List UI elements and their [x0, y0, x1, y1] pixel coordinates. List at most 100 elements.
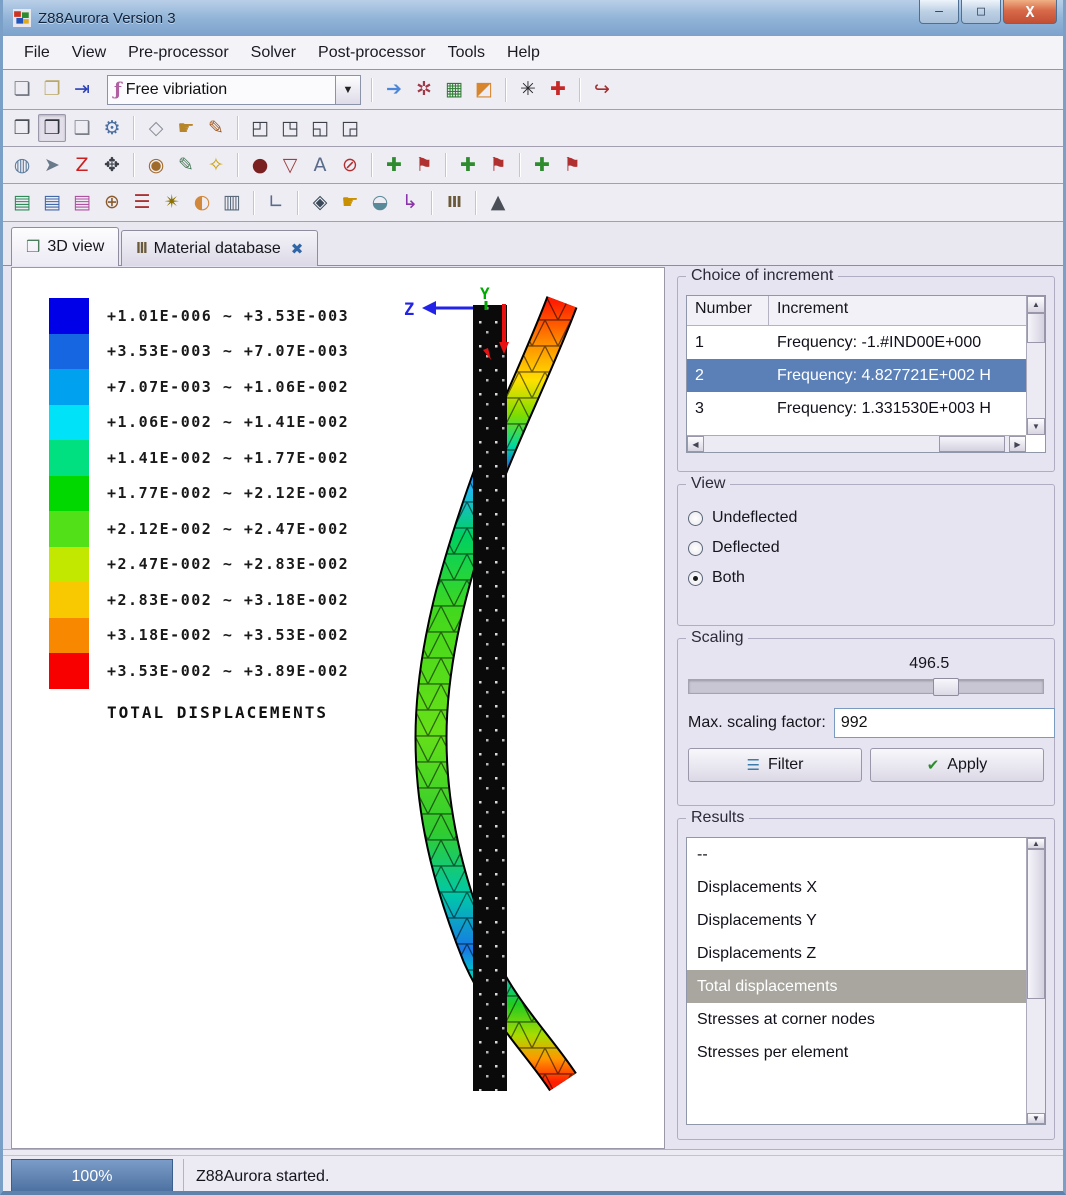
palette-button[interactable]: ◉ [142, 151, 170, 179]
colormap-file-button[interactable]: ▥ [218, 189, 246, 217]
material-database-button[interactable]: III [440, 189, 468, 217]
result-item[interactable]: -- [687, 838, 1026, 871]
mesh-button[interactable]: ✴ [158, 189, 186, 217]
radio-icon[interactable] [688, 511, 703, 526]
exit-button[interactable]: ↪ [588, 76, 616, 104]
close-button[interactable]: X [1003, 0, 1057, 24]
zoom-z-button[interactable]: Z [68, 151, 96, 179]
filter-button[interactable]: ☰ Filter [688, 748, 862, 782]
increment-vertical-scrollbar[interactable]: ▲ ▼ [1026, 296, 1045, 435]
scroll-up-icon[interactable]: ▲ [1027, 838, 1045, 849]
tent-button[interactable]: ▲ [484, 189, 512, 217]
menu-item-view[interactable]: View [61, 39, 117, 67]
solver-options-button[interactable]: ✲ [410, 76, 438, 104]
measure-gauge-button[interactable]: ⚙ [98, 114, 126, 142]
view-solid-cube-button[interactable]: ❒ [8, 114, 36, 142]
clamp-tool-button[interactable]: ⊕ [98, 189, 126, 217]
results-scrollbar[interactable]: ▲ ▼ [1026, 838, 1045, 1124]
pan-move-button[interactable]: ✥ [98, 151, 126, 179]
import-stl-button[interactable]: ▤ [38, 189, 66, 217]
view-option-undeflected[interactable]: Undeflected [688, 509, 1044, 527]
increment-row[interactable]: 3Frequency: 1.331530E+003 H [687, 392, 1026, 425]
forbidden-button[interactable]: ⊘ [336, 151, 364, 179]
flag-set-button[interactable]: ⚑ [410, 151, 438, 179]
view-corner-ne-button[interactable]: ◳ [276, 114, 304, 142]
menu-item-help[interactable]: Help [496, 39, 551, 67]
orbit-hand-button[interactable]: ☛ [172, 114, 200, 142]
dark-solid-button[interactable]: ● [246, 151, 274, 179]
column-header-increment[interactable]: Increment [769, 296, 1045, 325]
result-item[interactable]: Stresses at corner nodes [687, 1003, 1026, 1036]
view-option-deflected[interactable]: Deflected [688, 539, 1044, 557]
new-file-button[interactable]: ❏ [8, 76, 36, 104]
spider-solver-button[interactable]: ✳ [514, 76, 542, 104]
scroll-up-icon[interactable]: ▲ [1027, 296, 1045, 313]
menu-item-post-processor[interactable]: Post-processor [307, 39, 437, 67]
analysis-type-field[interactable]: ƒ Free vibriation [107, 75, 335, 105]
paintbrush-button[interactable]: ✎ [202, 114, 230, 142]
apply-button[interactable]: ✔ Apply [870, 748, 1044, 782]
label-a-button[interactable]: A [306, 151, 334, 179]
slider-thumb[interactable] [933, 678, 959, 696]
result-item[interactable]: Displacements X [687, 871, 1026, 904]
calculator-button[interactable]: ▦ [440, 76, 468, 104]
menu-item-solver[interactable]: Solver [240, 39, 307, 67]
minimize-button[interactable]: – [919, 0, 959, 24]
add-element-button[interactable]: ✚ [528, 151, 556, 179]
scrollbar-thumb[interactable] [1027, 849, 1045, 999]
lightbulb-button[interactable]: ✧ [202, 151, 230, 179]
increment-table[interactable]: Number Increment 1Frequency: -1.#IND00E+… [686, 295, 1046, 453]
cube-light-button[interactable]: ◇ [142, 114, 170, 142]
view-corner-sw-button[interactable]: ◱ [306, 114, 334, 142]
add-set-button[interactable]: ✚ [380, 151, 408, 179]
run-solver-button[interactable]: ➔ [380, 76, 408, 104]
maximize-button[interactable]: □ [961, 0, 1001, 24]
abacus-button[interactable]: ☰ [128, 189, 156, 217]
view-shaded-cube-button[interactable]: ❒ [38, 114, 66, 142]
radio-icon[interactable] [688, 541, 703, 556]
scaling-slider[interactable] [688, 679, 1044, 694]
increment-row[interactable]: 2Frequency: 4.827721E+002 H [687, 359, 1026, 392]
menu-item-tools[interactable]: Tools [437, 39, 496, 67]
flag-node-button[interactable]: ⚑ [484, 151, 512, 179]
view-corner-se-button[interactable]: ◲ [336, 114, 364, 142]
max-scaling-input[interactable] [834, 708, 1055, 738]
import-button[interactable]: ⇥ [68, 76, 96, 104]
add-node-button[interactable]: ✚ [454, 151, 482, 179]
view-option-both[interactable]: Both [688, 569, 1044, 587]
edit-page-button[interactable]: ✎ [172, 151, 200, 179]
3d-viewport[interactable]: Z Y +1.01E-006 ~ +3.53E-003+3.53E-003 ~ … [11, 267, 665, 1149]
scroll-left-icon[interactable]: ◀ [687, 436, 704, 452]
flag-element-button[interactable]: ⚑ [558, 151, 586, 179]
view-wireframe-cube-button[interactable]: ❑ [68, 114, 96, 142]
tab-material-database[interactable]: III Material database ✖ [121, 230, 318, 266]
lens-button[interactable]: ◒ [366, 189, 394, 217]
tab-close-icon[interactable]: ✖ [291, 240, 304, 258]
first-aid-box-button[interactable]: ✚ [544, 76, 572, 104]
import-step-button[interactable]: ▤ [8, 189, 36, 217]
funnel-button[interactable]: ▽ [276, 151, 304, 179]
results-list[interactable]: --Displacements XDisplacements YDisplace… [686, 837, 1046, 1125]
spinning-top-button[interactable]: ◈ [306, 189, 334, 217]
result-item[interactable]: Displacements Z [687, 937, 1026, 970]
scrollbar-thumb[interactable] [939, 436, 1005, 452]
result-item[interactable]: Total displacements [687, 970, 1026, 1003]
picking-hand-button[interactable]: ☛ [336, 189, 364, 217]
color-palette-file-button[interactable]: ◩ [470, 76, 498, 104]
pointer-axes-button[interactable]: ➤ [38, 151, 66, 179]
import-dxf-button[interactable]: ▤ [68, 189, 96, 217]
combo-dropdown-button[interactable]: ▼ [335, 75, 361, 105]
scroll-down-icon[interactable]: ▼ [1027, 1113, 1045, 1124]
view-corner-nw-button[interactable]: ◰ [246, 114, 274, 142]
tab-3d-view[interactable]: ❒ 3D view [11, 227, 119, 266]
column-header-number[interactable]: Number [687, 296, 769, 325]
pipe-elbow-button[interactable]: ↳ [396, 189, 424, 217]
scrollbar-thumb[interactable] [1027, 313, 1045, 343]
analysis-type-combo[interactable]: ƒ Free vibriation ▼ [107, 75, 361, 105]
corner-ruler-button[interactable]: ∟ [262, 189, 290, 217]
menu-item-file[interactable]: File [13, 39, 61, 67]
open-project-button[interactable]: ❐ [38, 76, 66, 104]
menu-item-pre-processor[interactable]: Pre-processor [117, 39, 239, 67]
surface-patch-button[interactable]: ◐ [188, 189, 216, 217]
increment-row[interactable]: 1Frequency: -1.#IND00E+000 [687, 326, 1026, 359]
